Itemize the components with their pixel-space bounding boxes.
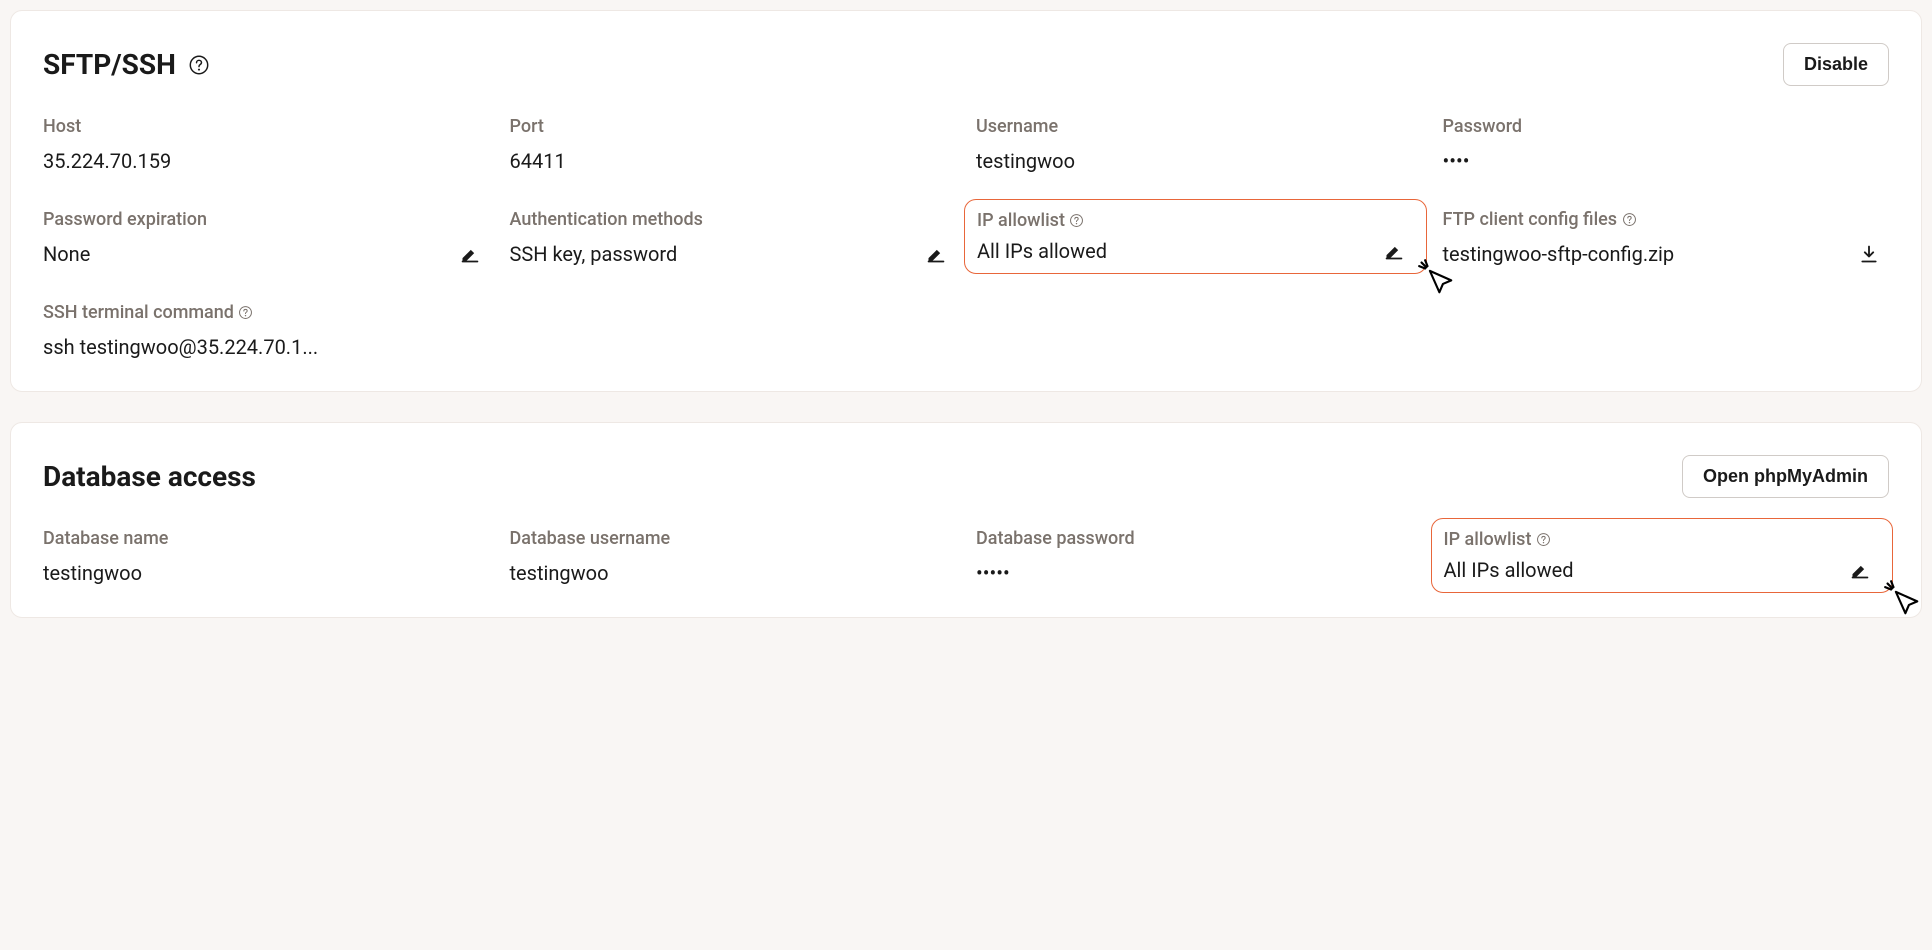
db-pw-field: Database password ••••• xyxy=(976,528,1423,585)
db-pw-label: Database password xyxy=(976,528,1423,549)
sftp-ssh-card: SFTP/SSH Disable Host 35.224.70.159 Port… xyxy=(10,10,1922,392)
cursor-icon xyxy=(1884,580,1922,618)
pw-exp-value: None xyxy=(43,242,90,266)
db-ip-allowlist-highlight: IP allowlist All IPs allowed xyxy=(1431,518,1894,593)
download-icon[interactable] xyxy=(1859,244,1879,264)
host-value: 35.224.70.159 xyxy=(43,149,490,173)
db-name-field: Database name testingwoo xyxy=(43,528,490,585)
db-allowlist-label: IP allowlist xyxy=(1444,529,1881,550)
sftp-title-wrap: SFTP/SSH xyxy=(43,48,210,81)
db-name-value: testingwoo xyxy=(43,561,490,585)
ip-allowlist-field-wrap: IP allowlist All IPs allowed xyxy=(976,209,1423,266)
edit-icon[interactable] xyxy=(1850,560,1870,580)
db-header: Database access Open phpMyAdmin xyxy=(43,455,1889,498)
help-icon[interactable] xyxy=(1621,212,1637,228)
sftp-grid: Host 35.224.70.159 Port 64411 Username t… xyxy=(43,116,1889,359)
pw-expiration-field: Password expiration None xyxy=(43,209,490,266)
db-name-label: Database name xyxy=(43,528,490,549)
auth-value: SSH key, password xyxy=(510,242,678,266)
username-field: Username testingwoo xyxy=(976,116,1423,173)
ftp-config-field: FTP client config files testingwoo-sftp-… xyxy=(1443,209,1890,266)
password-value: •••• xyxy=(1443,149,1890,173)
db-grid: Database name testingwoo Database userna… xyxy=(43,528,1889,585)
ip-allowlist-label: IP allowlist xyxy=(977,210,1414,231)
ssh-cmd-label: SSH terminal command xyxy=(43,302,490,323)
db-user-field: Database username testingwoo xyxy=(510,528,957,585)
help-icon[interactable] xyxy=(238,305,254,321)
disable-button[interactable]: Disable xyxy=(1783,43,1889,86)
ip-allowlist-value: All IPs allowed xyxy=(977,239,1107,263)
username-value: testingwoo xyxy=(976,149,1423,173)
password-label: Password xyxy=(1443,116,1890,137)
ssh-cmd-value: ssh testingwoo@35.224.70.1... xyxy=(43,335,490,359)
help-icon[interactable] xyxy=(1535,532,1551,548)
help-icon[interactable] xyxy=(188,54,210,76)
edit-icon[interactable] xyxy=(460,244,480,264)
open-phpmyadmin-button[interactable]: Open phpMyAdmin xyxy=(1682,455,1889,498)
username-label: Username xyxy=(976,116,1423,137)
sftp-header: SFTP/SSH Disable xyxy=(43,43,1889,86)
database-access-card: Database access Open phpMyAdmin Database… xyxy=(10,422,1922,618)
port-value: 64411 xyxy=(510,149,957,173)
auth-label: Authentication methods xyxy=(510,209,957,230)
port-field: Port 64411 xyxy=(510,116,957,173)
auth-methods-field: Authentication methods SSH key, password xyxy=(510,209,957,266)
port-label: Port xyxy=(510,116,957,137)
host-label: Host xyxy=(43,116,490,137)
ip-allowlist-highlight: IP allowlist All IPs allowed xyxy=(964,199,1427,274)
db-allowlist-value: All IPs allowed xyxy=(1444,558,1574,582)
ssh-command-field: SSH terminal command ssh testingwoo@35.2… xyxy=(43,302,490,359)
sftp-title: SFTP/SSH xyxy=(43,48,176,81)
db-title: Database access xyxy=(43,460,256,493)
edit-icon[interactable] xyxy=(926,244,946,264)
help-icon[interactable] xyxy=(1069,213,1085,229)
db-pw-value: ••••• xyxy=(976,561,1423,585)
db-user-label: Database username xyxy=(510,528,957,549)
pw-exp-label: Password expiration xyxy=(43,209,490,230)
host-field: Host 35.224.70.159 xyxy=(43,116,490,173)
db-ip-allowlist-field-wrap: IP allowlist All IPs allowed xyxy=(1443,528,1890,585)
edit-icon[interactable] xyxy=(1384,241,1404,261)
ftp-config-value: testingwoo-sftp-config.zip xyxy=(1443,242,1675,266)
ftp-config-label: FTP client config files xyxy=(1443,209,1890,230)
password-field: Password •••• xyxy=(1443,116,1890,173)
db-user-value: testingwoo xyxy=(510,561,957,585)
